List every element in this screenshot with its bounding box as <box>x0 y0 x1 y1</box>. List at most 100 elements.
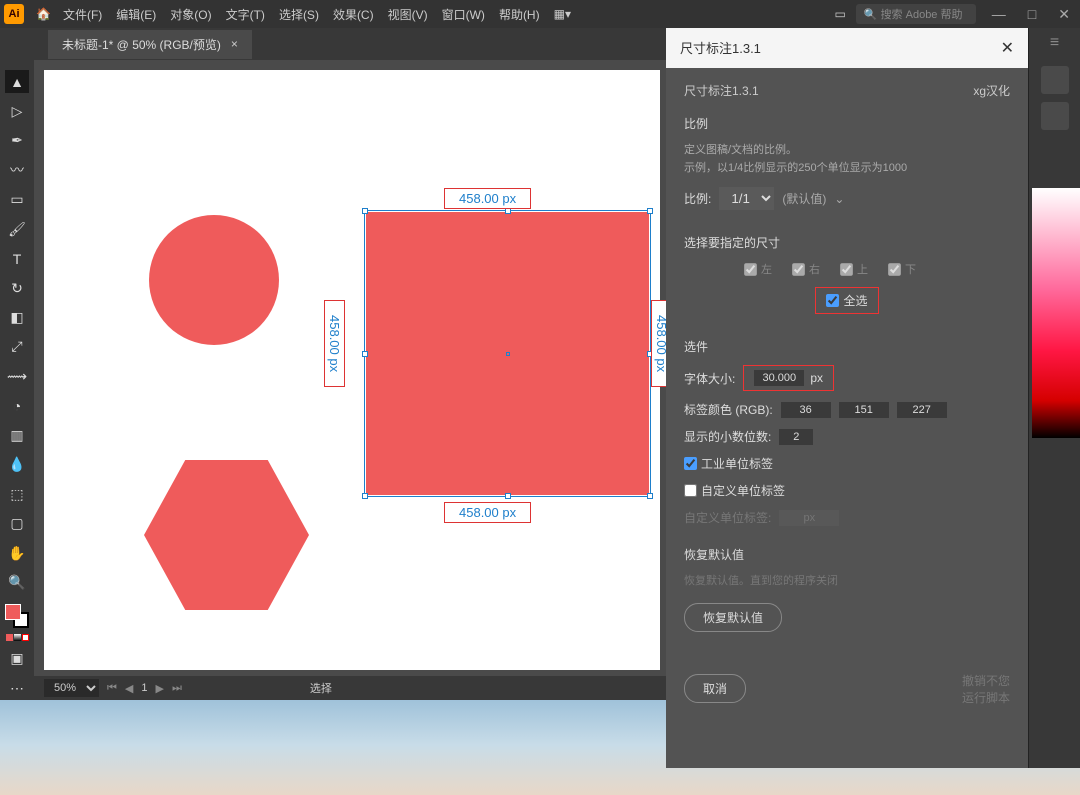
status-mode: 选择 <box>310 680 332 696</box>
fill-stroke-swatch[interactable] <box>5 604 29 627</box>
decimals-input[interactable] <box>779 429 813 445</box>
menu-edit[interactable]: 编辑(E) <box>116 6 156 23</box>
document-tab[interactable]: 未标题-1* @ 50% (RGB/预览) × <box>48 30 252 59</box>
curvature-tool[interactable]: 〰 <box>5 158 29 181</box>
ratio-desc1: 定义图稿/文档的比例。 <box>684 142 1010 160</box>
ratio-label: 比例: <box>684 190 711 207</box>
arrange-icon[interactable]: ▭ <box>834 7 845 21</box>
handle[interactable] <box>647 208 653 214</box>
app-logo: Ai <box>4 4 24 24</box>
chk-right[interactable]: 右 <box>792 261 820 277</box>
nav-prev-icon[interactable]: ◀ <box>125 682 133 695</box>
handle[interactable] <box>362 351 368 357</box>
handle[interactable] <box>362 493 368 499</box>
handle[interactable] <box>505 493 511 499</box>
paintbrush-tool[interactable]: 🖌 <box>5 217 29 240</box>
zoom-select[interactable]: 50% <box>44 679 99 697</box>
direct-selection-tool[interactable]: ▷ <box>5 99 29 122</box>
tab-close-icon[interactable]: × <box>231 37 238 51</box>
ratio-default: (默认值) <box>782 190 826 207</box>
scale-tool[interactable]: ⤢ <box>5 335 29 358</box>
font-size-label: 字体大小: <box>684 370 735 387</box>
type-tool[interactable]: T <box>5 247 29 270</box>
zoom-tool[interactable]: 🔍 <box>5 571 29 594</box>
ratio-select[interactable]: 1/1 <box>719 187 774 210</box>
panel-icon[interactable] <box>1041 102 1069 130</box>
selection-bounding-box <box>364 210 651 497</box>
menu-type[interactable]: 文字(T) <box>226 6 265 23</box>
menu-view[interactable]: 视图(V) <box>388 6 428 23</box>
custom-input-label: 自定义单位标签: <box>684 509 771 526</box>
section-reset: 恢复默认值 <box>684 546 1010 563</box>
chevron-down-icon[interactable]: ⌄ <box>834 192 844 206</box>
custom-unit-input <box>779 510 839 526</box>
font-size-highlight: px <box>743 365 834 391</box>
chk-custom[interactable]: 自定义单位标签 <box>684 482 785 499</box>
menu-window[interactable]: 窗口(W) <box>442 6 485 23</box>
width-tool[interactable]: ⟿ <box>5 365 29 388</box>
rotate-tool[interactable]: ↻ <box>5 276 29 299</box>
shape-circle[interactable] <box>149 215 279 345</box>
tab-title: 未标题-1* @ 50% (RGB/预览) <box>62 36 221 53</box>
footer-text2: 运行脚本 <box>776 689 1010 706</box>
gradient-tool[interactable]: ▥ <box>5 424 29 447</box>
nav-next-icon[interactable]: ▶ <box>156 682 164 695</box>
menu-effect[interactable]: 效果(C) <box>333 6 374 23</box>
chk-industrial[interactable]: 工业单位标签 <box>684 455 773 472</box>
section-options: 选件 <box>684 338 1010 355</box>
color-b-input[interactable] <box>897 402 947 418</box>
cancel-button[interactable]: 取消 <box>684 674 746 703</box>
screen-mode-icon[interactable]: ▣ <box>5 647 29 670</box>
menubar: Ai 🏠 文件(F) 编辑(E) 对象(O) 文字(T) 选择(S) 效果(C)… <box>0 0 1080 28</box>
handle[interactable] <box>647 493 653 499</box>
font-size-input[interactable] <box>754 370 804 386</box>
center-point <box>506 352 510 356</box>
reset-button[interactable]: 恢复默认值 <box>684 603 782 632</box>
eraser-tool[interactable]: ◧ <box>5 306 29 329</box>
menu-file[interactable]: 文件(F) <box>63 6 102 23</box>
dimension-label-bottom: 458.00 px <box>444 502 531 523</box>
menu-object[interactable]: 对象(O) <box>170 6 211 23</box>
hand-tool[interactable]: ✋ <box>5 542 29 565</box>
rectangle-tool[interactable]: ▭ <box>5 188 29 211</box>
handle[interactable] <box>362 208 368 214</box>
font-size-unit: px <box>810 371 823 385</box>
color-r-input[interactable] <box>781 402 831 418</box>
home-icon[interactable]: 🏠 <box>36 7 51 21</box>
color-g-input[interactable] <box>839 402 889 418</box>
search-input[interactable]: 🔍 搜索 Adobe 帮助 <box>856 4 976 24</box>
chk-left[interactable]: 左 <box>744 261 772 277</box>
menu-help[interactable]: 帮助(H) <box>499 6 540 23</box>
workspace-switcher-icon[interactable]: ▦▾ <box>554 7 571 21</box>
ratio-desc2: 示例，以1/4比例显示的250个单位显示为1000 <box>684 160 1010 178</box>
dialog-titlebar: 尺寸标注1.3.1 ✕ <box>666 28 1028 68</box>
nav-first-icon[interactable]: ⏮ <box>107 682 117 695</box>
maximize-icon[interactable]: □ <box>1022 6 1042 22</box>
blend-tool[interactable]: ⬚ <box>5 483 29 506</box>
nav-last-icon[interactable]: ⏭ <box>172 682 182 695</box>
eyedropper-tool[interactable]: 💧 <box>5 453 29 476</box>
minimize-icon[interactable]: — <box>986 6 1012 22</box>
color-mode-swatch[interactable] <box>6 634 29 641</box>
edit-toolbar-icon[interactable]: ⋯ <box>5 676 29 699</box>
dialog-subtitle: 尺寸标注1.3.1 <box>684 82 759 99</box>
dialog-credit: xg汉化 <box>973 82 1010 99</box>
color-spectrum[interactable] <box>1032 188 1080 438</box>
chk-all-highlight: 全选 <box>815 287 878 314</box>
reset-hint: 恢复默认值。直到您的程序关闭 <box>684 573 1010 591</box>
shape-builder-tool[interactable]: ◔ <box>5 394 29 417</box>
artboard-tool[interactable]: ▢ <box>5 512 29 535</box>
section-dims: 选择要指定的尺寸 <box>684 234 1010 251</box>
toolbar: ▲ ▷ ✒ 〰 ▭ 🖌 T ↻ ◧ ⤢ ⟿ ◔ ▥ 💧 ⬚ ▢ ✋ 🔍 ▣ ⋯ <box>0 60 34 700</box>
page-number: 1 <box>141 682 147 694</box>
pen-tool[interactable]: ✒ <box>5 129 29 152</box>
close-icon[interactable]: ✕ <box>1052 6 1076 23</box>
selection-tool[interactable]: ▲ <box>5 70 29 93</box>
menu-select[interactable]: 选择(S) <box>279 6 319 23</box>
decimals-label: 显示的小数位数: <box>684 428 771 445</box>
chk-bottom[interactable]: 下 <box>888 261 916 277</box>
dialog-close-icon[interactable]: ✕ <box>1001 38 1014 58</box>
panel-icon[interactable] <box>1041 66 1069 94</box>
chk-top[interactable]: 上 <box>840 261 868 277</box>
chk-all[interactable]: 全选 <box>826 292 867 309</box>
